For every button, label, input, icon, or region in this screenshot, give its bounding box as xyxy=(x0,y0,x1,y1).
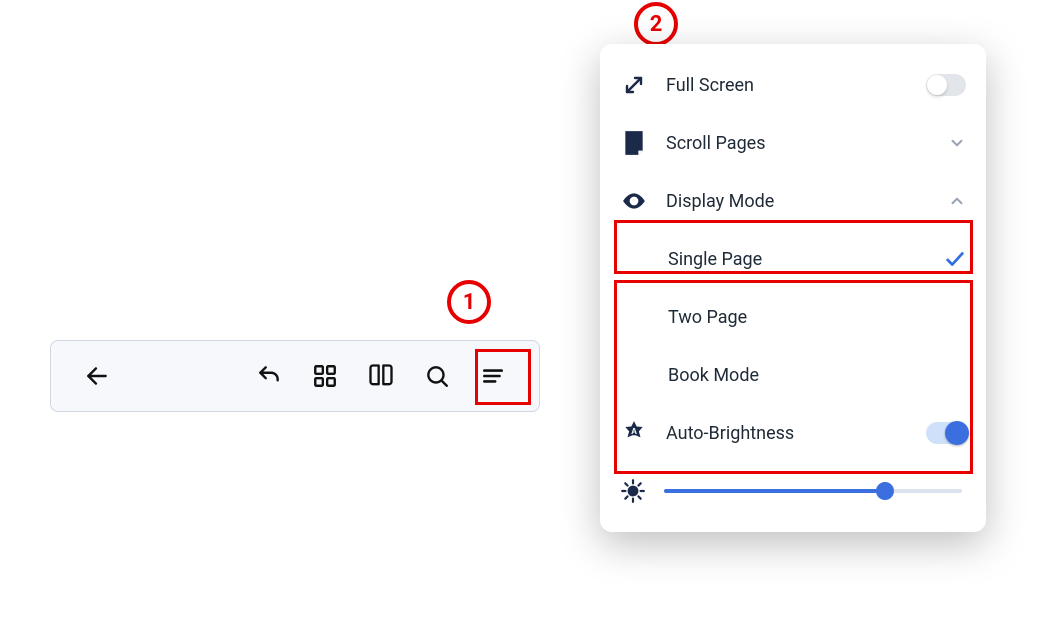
brightness-slider[interactable] xyxy=(664,489,962,493)
view-settings-panel: Full Screen Scroll Pages Display Mode Si… xyxy=(600,44,986,532)
callout-1-label: 1 xyxy=(463,290,476,315)
brightness-icon xyxy=(620,478,646,504)
scroll-pages-label: Scroll Pages xyxy=(666,133,908,154)
undo-icon xyxy=(256,363,282,389)
fullscreen-toggle[interactable] xyxy=(926,74,966,96)
display-mode-option-book[interactable]: Book Mode xyxy=(600,346,986,404)
option-single-label: Single Page xyxy=(668,249,926,270)
eye-icon xyxy=(620,188,648,214)
book-open-icon xyxy=(367,362,395,390)
callout-2-label: 2 xyxy=(650,12,663,37)
display-mode-option-single[interactable]: Single Page xyxy=(600,230,986,288)
search-button[interactable] xyxy=(415,354,459,398)
reader-toolbar xyxy=(50,340,540,412)
chevron-up-icon xyxy=(926,192,966,210)
callout-1: 1 xyxy=(447,280,491,324)
grid-icon xyxy=(312,363,338,389)
auto-brightness-label: Auto-Brightness xyxy=(666,423,908,444)
menu-icon xyxy=(480,363,506,389)
fullscreen-icon xyxy=(620,73,648,97)
display-mode-option-two[interactable]: Two Page xyxy=(600,288,986,346)
page-icon xyxy=(620,130,648,156)
check-icon xyxy=(944,248,966,270)
auto-brightness-row[interactable]: A Auto-Brightness xyxy=(600,404,986,462)
display-mode-label: Display Mode xyxy=(666,191,908,212)
option-two-label: Two Page xyxy=(668,307,966,328)
fullscreen-row[interactable]: Full Screen xyxy=(600,56,986,114)
view-menu-button[interactable] xyxy=(471,354,515,398)
scroll-pages-row[interactable]: Scroll Pages xyxy=(600,114,986,172)
search-icon xyxy=(424,363,450,389)
brightness-slider-thumb[interactable] xyxy=(876,482,894,500)
arrow-left-icon xyxy=(84,363,110,389)
chevron-down-icon xyxy=(926,134,966,152)
fullscreen-label: Full Screen xyxy=(666,75,908,96)
book-view-button[interactable] xyxy=(359,354,403,398)
undo-button[interactable] xyxy=(247,354,291,398)
auto-brightness-toggle[interactable] xyxy=(926,422,966,444)
back-button[interactable] xyxy=(75,354,119,398)
svg-text:A: A xyxy=(631,427,637,436)
auto-brightness-icon: A xyxy=(620,420,648,446)
brightness-slider-row xyxy=(600,462,986,520)
callout-2: 2 xyxy=(634,2,678,46)
thumbnails-button[interactable] xyxy=(303,354,347,398)
option-book-label: Book Mode xyxy=(668,365,966,386)
display-mode-row[interactable]: Display Mode xyxy=(600,172,986,230)
